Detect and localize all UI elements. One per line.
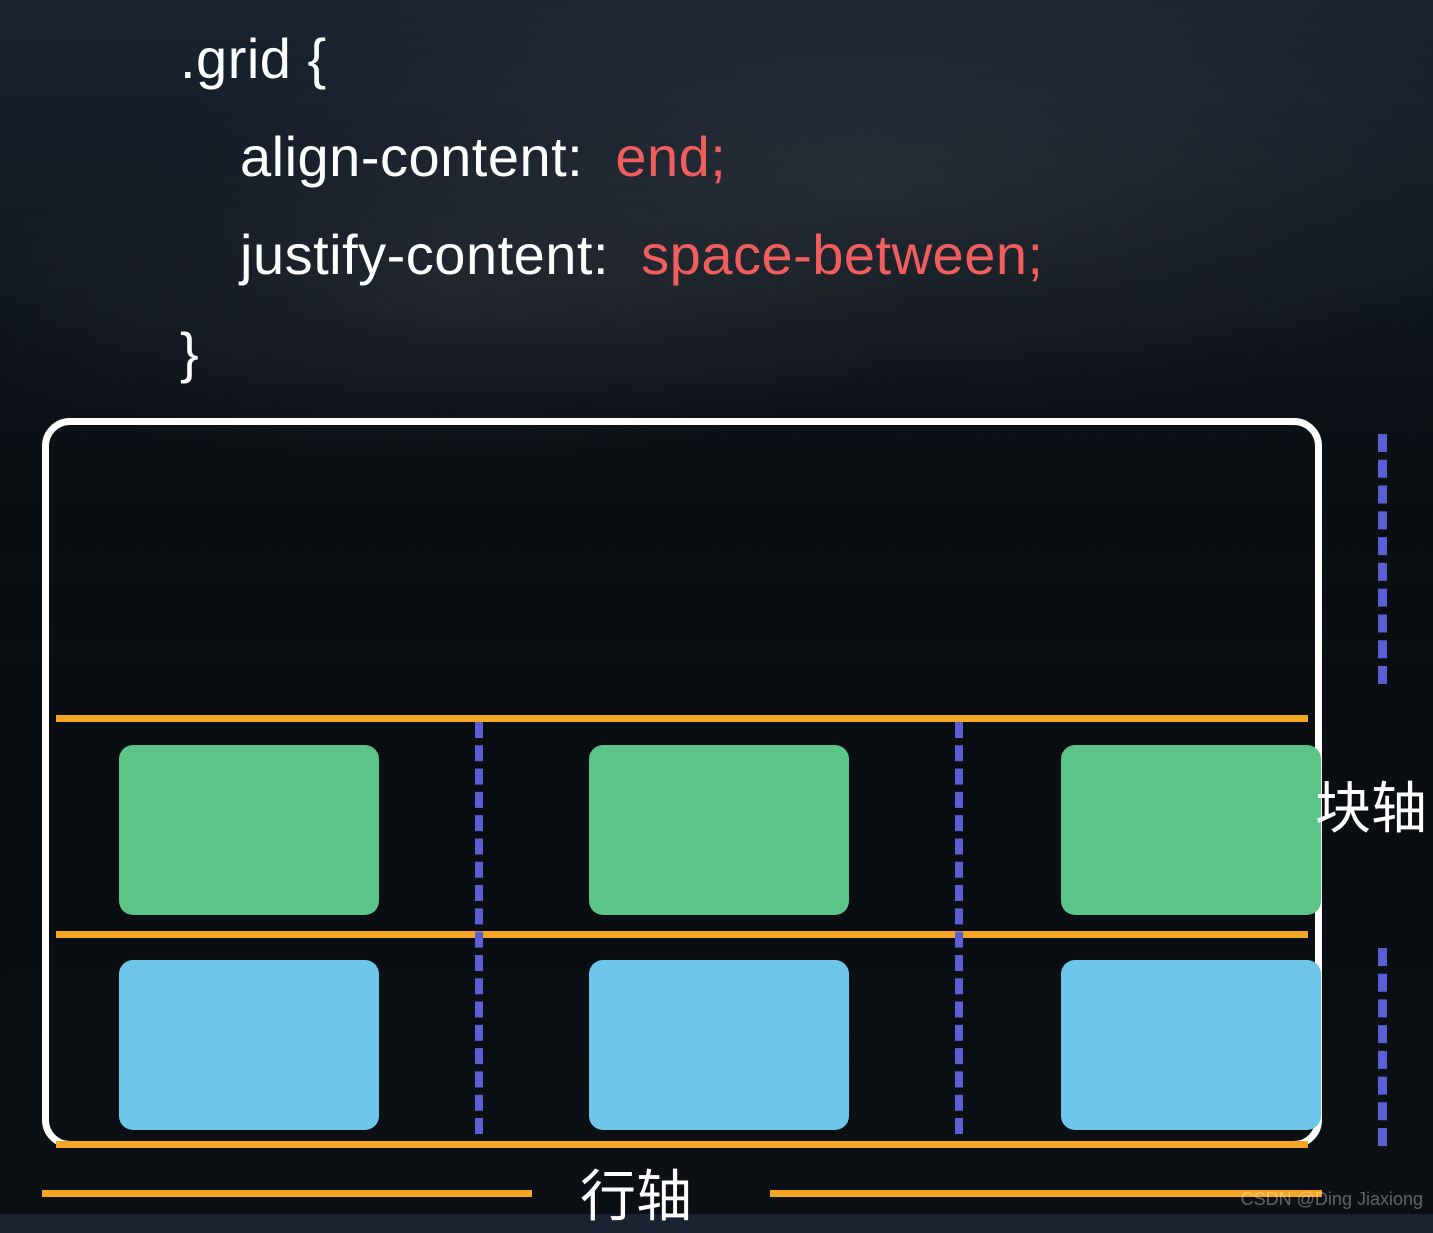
code-prop2-name: justify-content: <box>240 223 641 286</box>
row-axis-bar-left <box>42 1190 532 1197</box>
code-prop1-value: end; <box>615 125 726 188</box>
code-prop2-value: space-between; <box>641 223 1043 286</box>
row-line-1 <box>56 715 1308 722</box>
block-axis-marker-top <box>1378 434 1387 684</box>
block-axis-label: 块轴 <box>1315 764 1427 845</box>
code-selector: .grid { <box>180 10 1044 108</box>
grid-container <box>42 418 1322 1148</box>
grid-item-r2c1 <box>119 960 379 1130</box>
col-line-2 <box>955 722 963 1134</box>
row-line-2 <box>56 931 1308 938</box>
grid-item-r2c3 <box>1061 960 1321 1130</box>
grid-item-r1c2 <box>589 745 849 915</box>
code-close: } <box>180 304 1044 402</box>
grid-item-r2c2 <box>589 960 849 1130</box>
col-line-1 <box>475 722 483 1134</box>
row-axis-label: 行轴 <box>580 1152 692 1233</box>
block-axis-marker-bottom <box>1378 948 1387 1146</box>
grid-diagram <box>42 418 1322 1148</box>
code-prop1-name: align-content: <box>240 125 615 188</box>
row-axis-bar-right <box>770 1190 1322 1197</box>
code-prop-justify: justify-content: space-between; <box>180 206 1044 304</box>
row-line-3 <box>56 1141 1308 1148</box>
grid-item-r1c3 <box>1061 745 1321 915</box>
grid-item-r1c1 <box>119 745 379 915</box>
code-snippet: .grid { align-content: end; justify-cont… <box>180 10 1044 402</box>
watermark: CSDN @Ding Jiaxiong <box>1241 1189 1423 1210</box>
code-prop-align: align-content: end; <box>180 108 1044 206</box>
